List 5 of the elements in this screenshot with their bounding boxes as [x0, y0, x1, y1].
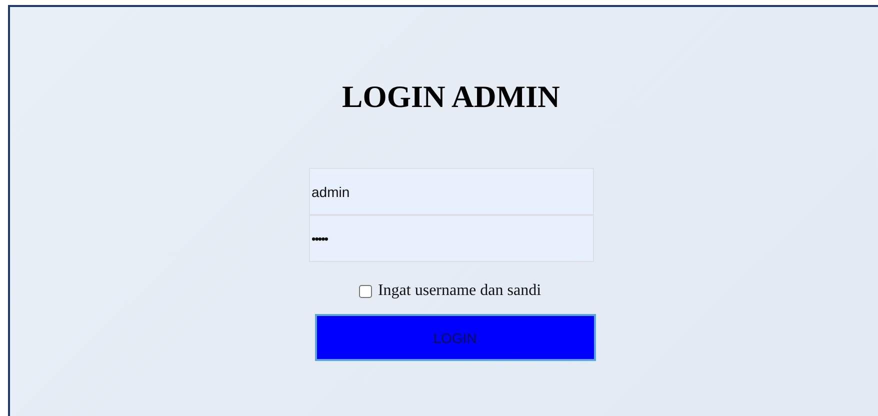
page-title: LOGIN ADMIN: [342, 79, 560, 115]
password-field[interactable]: •••••: [308, 215, 594, 262]
username-field[interactable]: admin: [308, 168, 594, 215]
remember-checkbox[interactable]: [358, 284, 372, 298]
remember-label: Ingat username dan sandi: [378, 282, 542, 300]
